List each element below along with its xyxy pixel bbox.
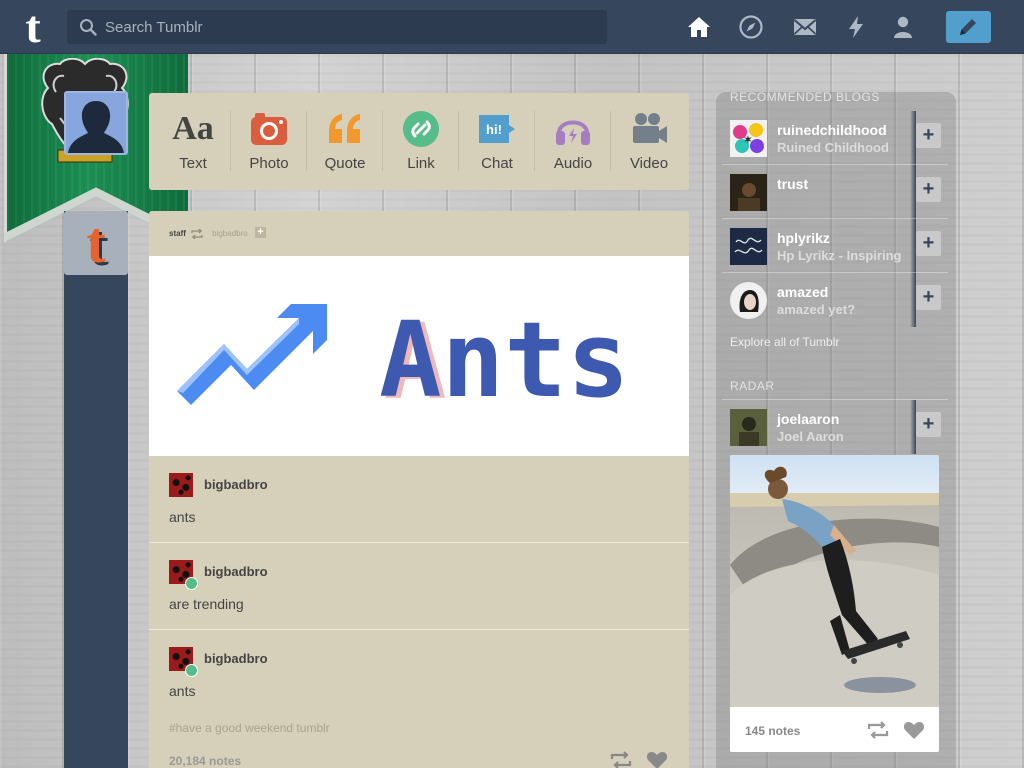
thread-item: bigbadbro ants [149, 630, 689, 717]
post-type-text[interactable]: Aa Text [155, 93, 231, 190]
tumblr-logo[interactable]: t [14, 4, 52, 50]
user-avatar[interactable] [64, 91, 128, 155]
explore-link[interactable]: Explore all of Tumblr [730, 335, 839, 349]
thread-avatar[interactable] [169, 473, 193, 497]
radar-blog-row[interactable]: joelaaron Joel Aaron + [722, 400, 948, 454]
thread-blog-name[interactable]: bigbadbro [204, 477, 268, 492]
radar-card-footer: 145 notes [730, 707, 939, 752]
blog-name[interactable]: trust [777, 176, 808, 192]
blog-avatar [730, 174, 767, 211]
camera-icon [251, 113, 287, 145]
text-icon: Aa [172, 110, 214, 147]
blog-name[interactable]: hplyrikz [777, 230, 830, 246]
link-icon [403, 111, 439, 147]
like-button-icon[interactable] [903, 720, 925, 740]
dashboard-post: staff bigbadbro + A Ants bigbadbro ants … [149, 211, 689, 768]
svg-text:✶: ✶ [744, 135, 752, 146]
thread-text: ants [169, 509, 196, 525]
video-camera-icon [633, 113, 667, 143]
compose-button[interactable] [946, 11, 991, 43]
mail-icon[interactable] [792, 14, 818, 40]
silhouette-icon [66, 93, 126, 153]
post-tags[interactable]: #have a good weekend tumblr [169, 721, 330, 735]
blog-title: Hp Lyrikz - Inspiring [777, 248, 902, 263]
blog-avatar [730, 228, 767, 265]
blog-avatar [730, 282, 767, 319]
lightning-icon[interactable] [843, 14, 869, 40]
thread-text: are trending [169, 596, 244, 612]
pencil-icon [960, 19, 976, 35]
chat-icon: hi! [479, 115, 515, 143]
quote-icon [329, 114, 360, 143]
blog-title: Ruined Childhood [777, 140, 889, 155]
staff-avatar[interactable]: t [64, 211, 128, 275]
headphones-icon [556, 120, 590, 145]
recommended-blog-row[interactable]: ✶ ruinedchildhood Ruined Childhood + [722, 111, 948, 165]
post-type-video[interactable]: Video [611, 93, 687, 190]
reblog-button-icon[interactable] [866, 720, 890, 740]
reblog-button-icon[interactable] [609, 750, 633, 768]
post-type-link[interactable]: Link [383, 93, 459, 190]
compass-icon[interactable] [738, 14, 764, 40]
post-type-audio[interactable]: Audio [535, 93, 611, 190]
blog-name[interactable]: ruinedchildhood [777, 122, 887, 138]
post-header: staff bigbadbro + [169, 227, 266, 243]
recommended-blogs-title: RECOMMENDED BLOGS [730, 90, 880, 104]
post-type-photo[interactable]: Photo [231, 93, 307, 190]
thread-blog-name[interactable]: bigbadbro [204, 564, 268, 579]
recommended-blog-row[interactable]: amazed amazed yet? + [722, 273, 948, 327]
blog-avatar [730, 409, 767, 446]
reblogged-from[interactable]: bigbadbro [212, 229, 248, 238]
dashboard-avatar-column [64, 211, 128, 768]
trending-graphic: A Ants [177, 299, 629, 423]
post-composer: Aa Text Photo Quote Link hi! Chat Audio … [149, 93, 689, 190]
search-icon [80, 19, 97, 36]
reblog-badge-icon [185, 577, 198, 590]
thread-blog-name[interactable]: bigbadbro [204, 651, 268, 666]
blog-title: amazed yet? [777, 302, 856, 317]
blog-name[interactable]: amazed [777, 284, 828, 300]
top-navigation-bar: t [0, 0, 1024, 54]
reblog-badge-icon [185, 664, 198, 677]
search-input[interactable] [105, 10, 595, 44]
post-image-text: Ants [379, 299, 629, 421]
staff-avatar-logo: t [86, 210, 106, 275]
thread-text: ants [169, 683, 196, 699]
follow-button[interactable]: + [916, 123, 941, 148]
home-icon[interactable] [686, 14, 712, 40]
post-notes[interactable]: 20,184 notes [169, 754, 241, 768]
follow-button[interactable]: + [916, 177, 941, 202]
radar-post-card: 145 notes [730, 455, 939, 752]
account-icon[interactable] [890, 14, 916, 40]
post-type-quote[interactable]: Quote [307, 93, 383, 190]
post-type-chat[interactable]: hi! Chat [459, 93, 535, 190]
thread-item: bigbadbro ants [149, 456, 689, 543]
recommended-blog-row[interactable]: hplyrikz Hp Lyrikz - Inspiring + [722, 219, 948, 273]
follow-button[interactable]: + [916, 412, 941, 437]
post-image[interactable]: A Ants [149, 256, 689, 456]
blog-avatar: ✶ [730, 120, 767, 157]
radar-notes[interactable]: 145 notes [745, 724, 800, 738]
follow-plus-button[interactable]: + [255, 227, 266, 238]
svg-text:hi!: hi! [486, 122, 502, 137]
blog-name[interactable]: joelaaron [777, 411, 839, 427]
post-author[interactable]: staff [169, 229, 186, 238]
recommended-blog-row[interactable]: trust + [722, 165, 948, 219]
radar-title: RADAR [730, 379, 775, 393]
radar-photo[interactable] [730, 455, 939, 707]
follow-button[interactable]: + [916, 231, 941, 256]
follow-button[interactable]: + [916, 285, 941, 310]
reblog-icon [191, 229, 203, 239]
search-box[interactable] [67, 10, 607, 44]
blog-title: Joel Aaron [777, 429, 844, 444]
thread-item: bigbadbro are trending [149, 543, 689, 630]
like-button-icon[interactable] [646, 750, 668, 768]
